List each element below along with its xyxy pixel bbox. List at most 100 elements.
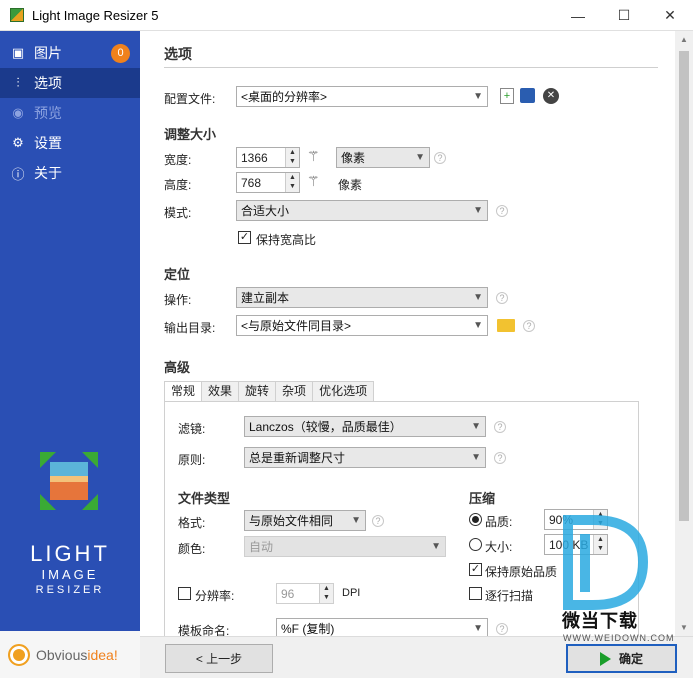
chevron-down-icon: ▼ — [351, 515, 361, 526]
filter-value: Lanczos（较慢，品质最佳） — [249, 420, 402, 434]
action-value: 建立副本 — [241, 291, 290, 305]
scroll-down-icon[interactable]: ▼ — [675, 619, 693, 636]
magic-wand-icon[interactable]: ⚚ — [307, 148, 320, 165]
resolution-unit: DPI — [342, 587, 361, 599]
width-stepper[interactable]: 1366 ▲ ▼ — [236, 147, 300, 168]
keep-quality-checkbox[interactable]: ✓ — [469, 563, 482, 576]
tab-general[interactable]: 常规 — [164, 381, 203, 402]
close-button[interactable]: ✕ — [647, 0, 693, 31]
tab-rotate[interactable]: 旋转 — [238, 381, 277, 401]
profile-label: 配置文件: — [164, 92, 216, 106]
help-icon[interactable]: ? — [496, 205, 508, 217]
spin-arrows-icon[interactable]: ▲ ▼ — [285, 148, 299, 167]
chevron-down-icon: ▼ — [473, 320, 483, 331]
sidebar: ▣ 图片 0 ⫶ 选项 ◉ 预览 ⚙ 设置 ⓘ 关于 LIGHT IMAGE R… — [0, 31, 140, 678]
profile-select[interactable]: <桌面的分辨率> ▼ — [236, 86, 488, 107]
location-heading: 定位 — [164, 267, 191, 282]
color-select[interactable]: 自动 ▼ — [244, 536, 446, 557]
action-label: 操作: — [164, 293, 192, 307]
chevron-down-icon: ▼ — [473, 205, 483, 216]
sidebar-item-label: 预览 — [34, 105, 62, 121]
resize-heading: 调整大小 — [164, 127, 217, 142]
color-value: 自动 — [249, 540, 274, 554]
resize-logo-icon — [40, 452, 98, 510]
height-stepper[interactable]: 768 ▲ ▼ — [236, 172, 300, 193]
color-label: 颜色: — [178, 542, 206, 556]
output-dir-select[interactable]: <与原始文件同目录> ▼ — [236, 315, 488, 336]
scroll-up-icon[interactable]: ▲ — [675, 31, 693, 48]
spin-arrows-icon[interactable]: ▲ ▼ — [319, 584, 333, 603]
help-icon[interactable]: ? — [494, 452, 506, 464]
height-value: 768 — [241, 175, 262, 190]
watermark-url: WWW.WEIDOWN.COM — [563, 633, 675, 643]
sidebar-item-settings[interactable]: ⚙ 设置 — [0, 128, 140, 158]
spin-arrows-icon[interactable]: ▲ ▼ — [285, 173, 299, 192]
brand-footer[interactable]: Obviousidea! — [0, 631, 140, 678]
help-icon[interactable]: ? — [496, 292, 508, 304]
resolution-checkbox[interactable] — [178, 587, 191, 600]
divider — [164, 67, 658, 68]
image-count-badge: 0 — [111, 44, 130, 63]
mode-label: 模式: — [164, 206, 192, 220]
filter-select[interactable]: Lanczos（较慢，品质最佳） ▼ — [244, 416, 486, 437]
new-profile-icon[interactable]: + — [500, 88, 514, 104]
keep-ratio-label: 保持宽高比 — [256, 233, 317, 247]
logo-text-image: IMAGE — [41, 567, 99, 582]
advanced-heading: 高级 — [164, 360, 191, 375]
format-select[interactable]: 与原始文件相同 ▼ — [244, 510, 366, 531]
minimize-button[interactable]: — — [555, 0, 601, 31]
save-profile-icon[interactable] — [520, 88, 535, 103]
watermark-text: 微当下载 — [562, 611, 638, 631]
tab-misc[interactable]: 杂项 — [275, 381, 314, 401]
delete-profile-icon[interactable]: ✕ — [543, 88, 559, 104]
width-unit-select[interactable]: 像素 ▼ — [336, 147, 430, 168]
width-label: 宽度: — [164, 153, 192, 167]
tab-optimize[interactable]: 优化选项 — [312, 381, 375, 401]
tab-effects[interactable]: 效果 — [201, 381, 240, 401]
chevron-down-icon: ▼ — [471, 452, 481, 463]
progressive-checkbox[interactable] — [469, 587, 482, 600]
sidebar-item-options[interactable]: ⫶ 选项 — [0, 68, 140, 98]
quality-radio[interactable] — [469, 513, 482, 526]
filter-label: 滤镜: — [178, 422, 206, 436]
play-icon — [599, 651, 611, 666]
action-select[interactable]: 建立副本 ▼ — [236, 287, 488, 308]
chevron-down-icon: ▼ — [473, 623, 483, 634]
keep-ratio-checkbox[interactable]: ✓ — [238, 231, 251, 244]
help-icon[interactable]: ? — [494, 421, 506, 433]
rule-select[interactable]: 总是重新调整尺寸 ▼ — [244, 447, 486, 468]
size-radio[interactable] — [469, 538, 482, 551]
resolution-label: 分辨率: — [195, 589, 235, 603]
width-unit-value: 像素 — [341, 151, 366, 165]
sidebar-item-about[interactable]: ⓘ 关于 — [0, 158, 140, 188]
vertical-scrollbar[interactable]: ▲ ▼ — [675, 31, 693, 636]
sliders-icon: ⫶ — [16, 75, 20, 90]
app-icon — [10, 8, 24, 22]
template-select[interactable]: %F (复制) ▼ — [276, 618, 488, 636]
gear-icon: ⚙ — [12, 135, 24, 150]
mode-select[interactable]: 合适大小 ▼ — [236, 200, 488, 221]
output-dir-label: 输出目录: — [164, 321, 216, 335]
help-icon[interactable]: ? — [496, 623, 508, 635]
quality-label: 品质: — [485, 515, 513, 529]
resolution-stepper[interactable]: 96 ▲ ▼ — [276, 583, 334, 604]
maximize-button[interactable]: ☐ — [601, 0, 647, 31]
folder-icon[interactable] — [497, 319, 515, 332]
filetype-heading: 文件类型 — [178, 491, 231, 506]
template-value: %F (复制) — [281, 622, 335, 636]
title-bar: Light Image Resizer 5 — ☐ ✕ — [0, 0, 693, 31]
chevron-down-icon: ▼ — [473, 91, 483, 102]
window-title: Light Image Resizer 5 — [32, 7, 159, 23]
help-icon[interactable]: ? — [434, 152, 446, 164]
scroll-thumb[interactable] — [679, 51, 689, 521]
help-icon[interactable]: ? — [523, 320, 535, 332]
sidebar-item-label: 设置 — [34, 135, 62, 151]
sidebar-item-preview[interactable]: ◉ 预览 — [0, 98, 140, 128]
keep-quality-label: 保持原始品质 — [485, 565, 558, 579]
page-title: 选项 — [164, 46, 192, 62]
back-button[interactable]: < 上一步 — [165, 644, 273, 673]
sidebar-item-images[interactable]: ▣ 图片 0 — [0, 38, 140, 68]
magic-wand-icon[interactable]: ⚚ — [307, 173, 320, 190]
template-label: 模板命名: — [178, 624, 230, 636]
help-icon[interactable]: ? — [372, 515, 384, 527]
